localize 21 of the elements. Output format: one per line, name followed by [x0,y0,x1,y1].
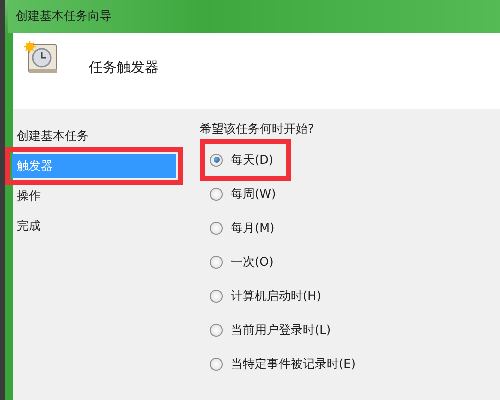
radio-label[interactable]: 当特定事件被记录时(E) [231,356,356,372]
sidebar-item[interactable]: 操作 [12,184,176,208]
radio-button[interactable] [210,188,223,200]
radio-button[interactable] [210,358,223,370]
radio-label[interactable]: 每周(W) [231,186,276,202]
question-label: 希望该任务何时开始? [200,121,316,138]
radio-label[interactable]: 当前用户登录时(L) [231,322,332,338]
page-title: 任务触发器 [89,59,159,77]
window-title: 创建基本任务向导 [16,8,112,25]
radio-label[interactable]: 一次(O) [231,254,274,270]
sidebar-item[interactable]: 完成 [12,214,176,238]
radio-button[interactable] [210,256,223,268]
radio-label[interactable]: 每天(D) [231,152,274,168]
clock-icon [23,41,59,75]
radio-label[interactable]: 计算机启动时(H) [231,288,322,304]
radio-button[interactable] [210,154,223,166]
radio-button[interactable] [210,222,223,234]
radio-button[interactable] [210,290,223,302]
radio-label[interactable]: 每月(M) [231,220,275,236]
radio-button[interactable] [210,324,223,336]
sidebar-item[interactable]: 创建基本任务 [12,124,176,148]
